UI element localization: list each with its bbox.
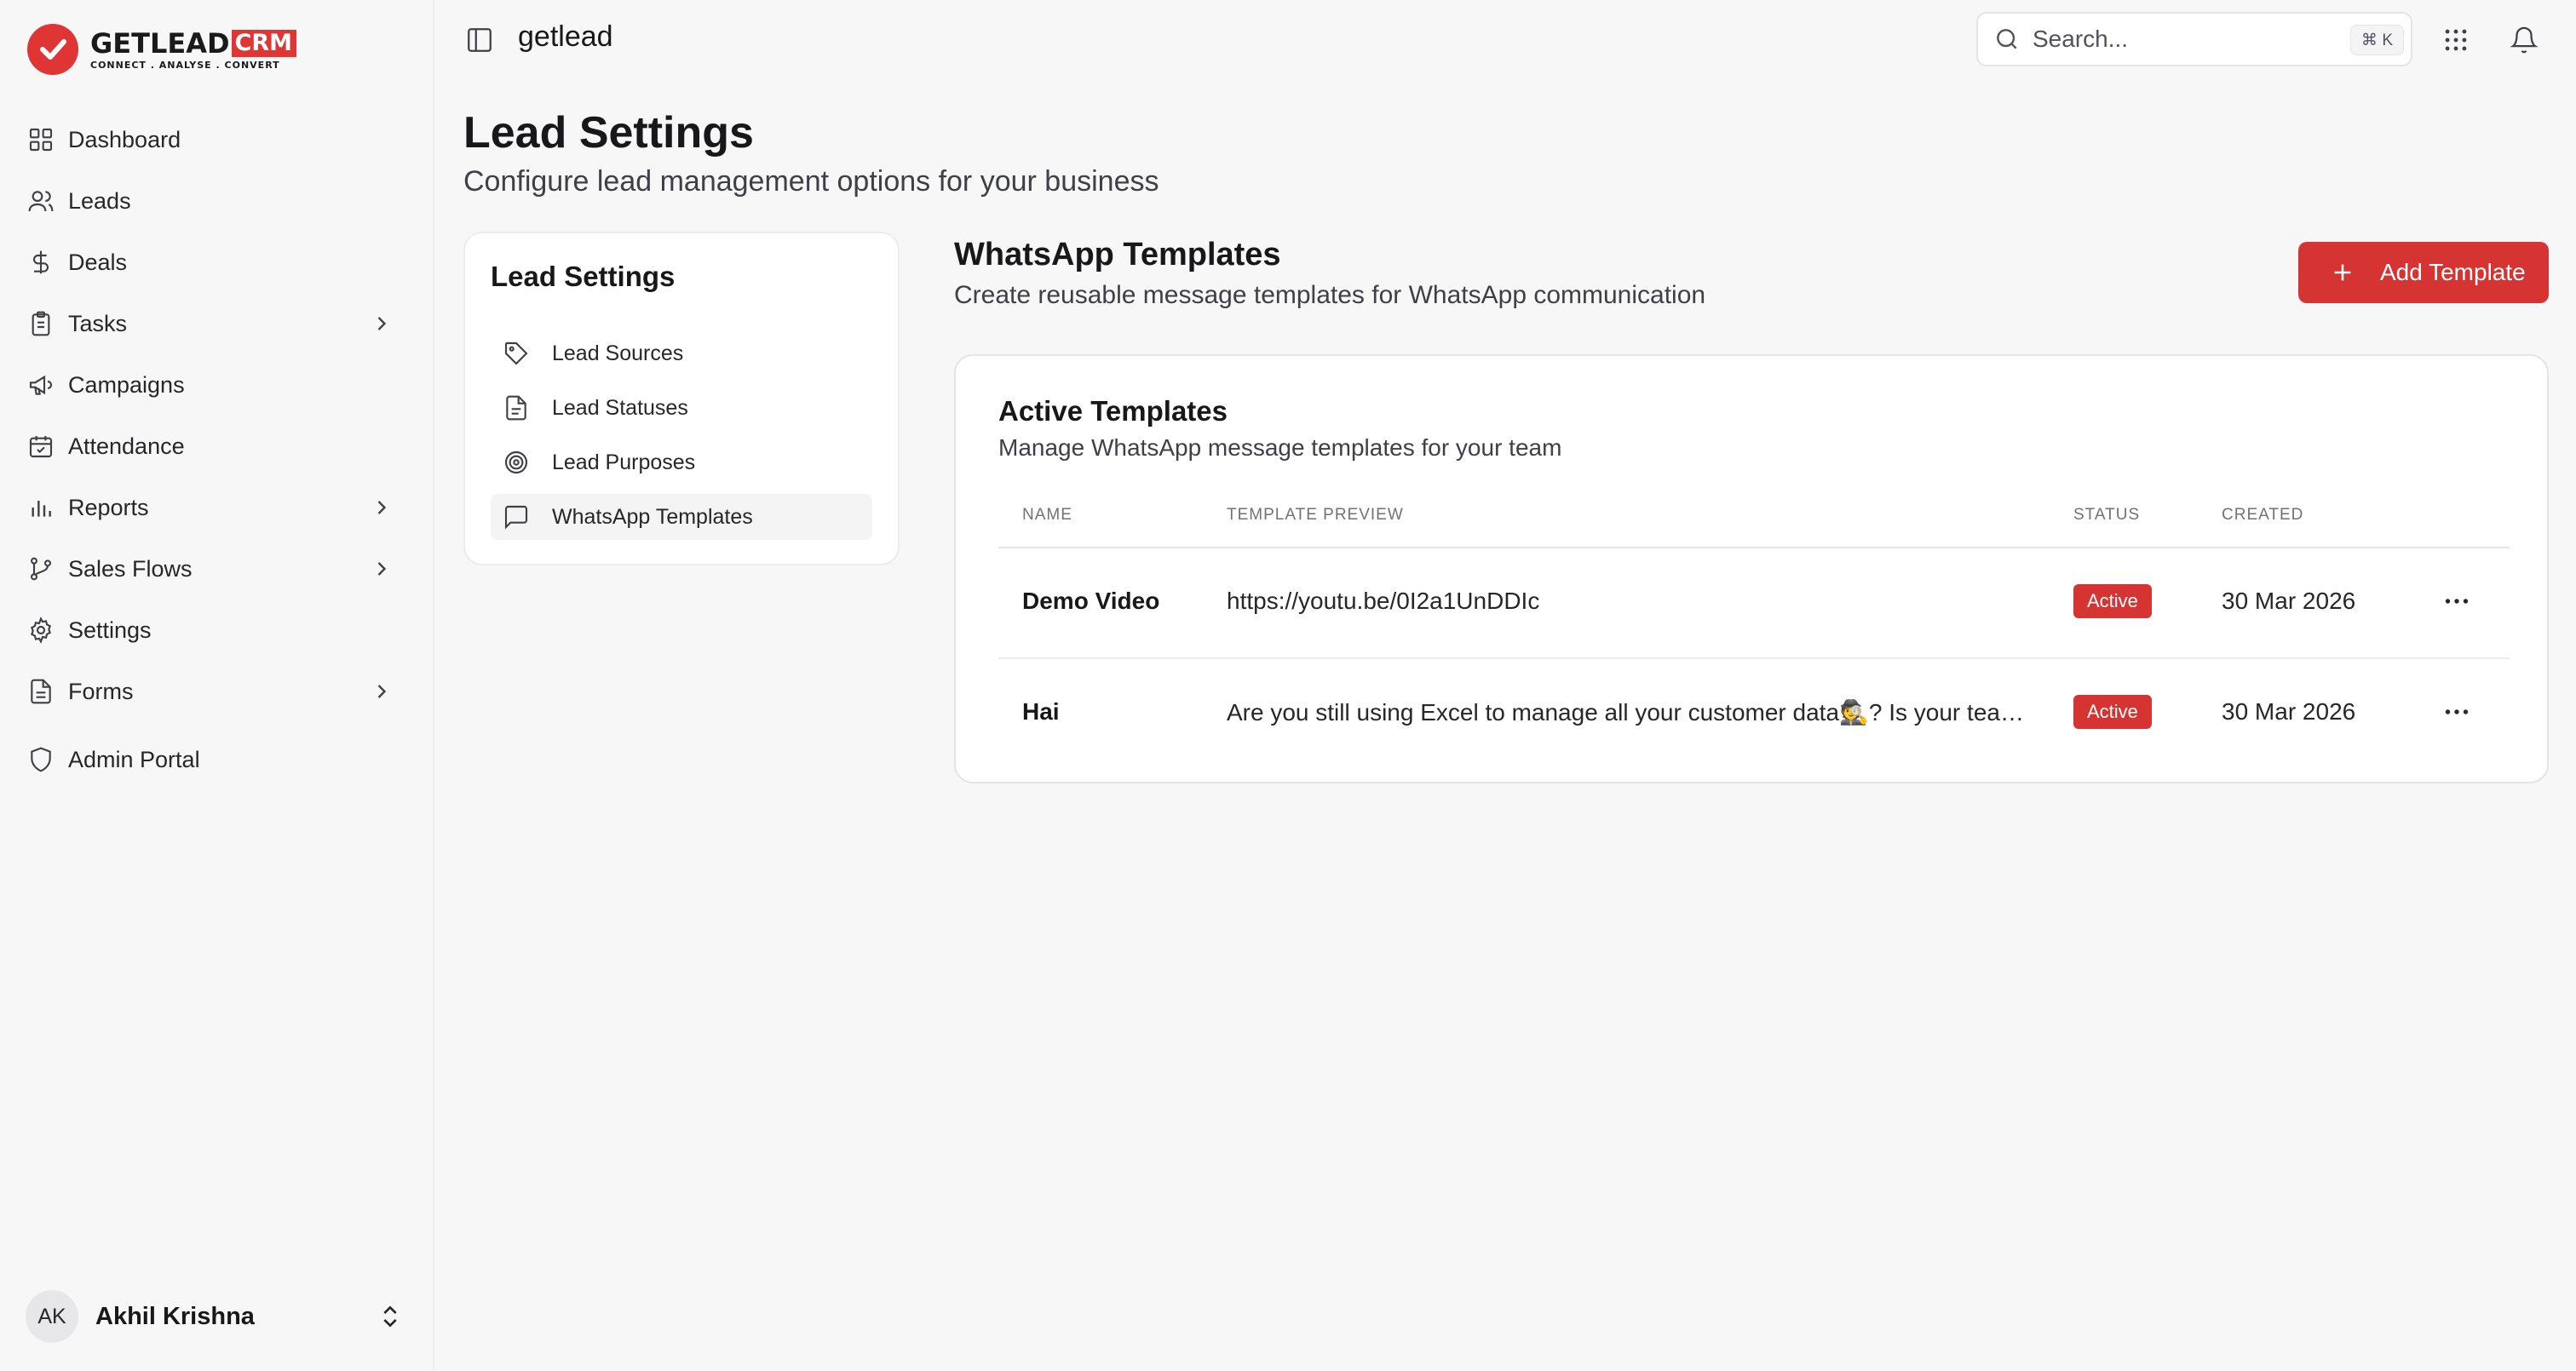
created-date: 30 Mar 2026 — [2222, 698, 2356, 725]
template-preview: Are you still using Excel to manage all … — [1227, 699, 2027, 726]
sidebar-item-label: Dashboard — [68, 126, 181, 152]
sidebar-item-admin-portal[interactable]: Admin Portal — [17, 734, 417, 785]
status-badge: Active — [2073, 584, 2152, 618]
card-subtitle: Manage WhatsApp message templates for yo… — [998, 434, 1562, 461]
grid-icon — [29, 128, 53, 152]
file-text-icon — [31, 679, 51, 704]
bar-chart-icon — [32, 501, 51, 517]
created-date: 30 Mar 2026 — [2222, 588, 2356, 614]
megaphone-icon — [29, 375, 53, 395]
settings-item-lead-sources[interactable]: Lead Sources — [491, 330, 872, 376]
sidebar-item-forms[interactable]: Forms — [17, 666, 417, 717]
gear-icon — [31, 617, 51, 644]
section-subtitle: Create reusable message templates for Wh… — [954, 281, 1706, 309]
topbar: getlead ⌘ K — [436, 0, 2576, 82]
settings-item-label: Lead Statuses — [552, 395, 688, 420]
apps-grid-icon[interactable] — [2441, 26, 2470, 54]
settings-item-lead-purposes[interactable]: Lead Purposes — [491, 439, 872, 485]
chevrons-up-down-icon — [383, 1305, 397, 1328]
logo-crm: CRM — [231, 29, 297, 57]
workspace-name: getlead — [518, 20, 613, 53]
sidebar-item-settings[interactable]: Settings — [17, 605, 417, 656]
column-header-created: CREATED — [2222, 506, 2304, 524]
active-templates-card: Active Templates Manage WhatsApp message… — [954, 354, 2549, 783]
chevron-right-icon — [377, 317, 387, 330]
sidebar-item-label: Deals — [68, 249, 128, 275]
sidebar-item-label: Settings — [68, 617, 152, 643]
file-icon — [506, 395, 526, 421]
column-header-preview: TEMPLATE PREVIEW — [1227, 506, 1404, 524]
template-preview: https://youtu.be/0I2a1UnDDIc — [1227, 588, 1540, 614]
chevron-right-icon — [377, 685, 387, 698]
page-subtitle: Configure lead management options for yo… — [463, 165, 1159, 198]
sidebar: GETLEAD CRM CONNECT . ANALYSE . CONVERT … — [0, 0, 434, 1371]
shield-icon — [31, 747, 51, 772]
chevron-right-icon — [377, 501, 387, 514]
table-header-divider — [998, 547, 2510, 548]
sidebar-item-campaigns[interactable]: Campaigns — [17, 359, 417, 410]
column-header-name: NAME — [1022, 506, 1072, 524]
plus-icon — [2334, 264, 2351, 281]
add-template-label: Add Template — [2380, 259, 2526, 285]
dollar-icon — [33, 250, 49, 274]
lead-settings-nav: Lead Settings Lead Sources Lead Statuses… — [463, 232, 900, 565]
git-branch-icon — [30, 557, 52, 581]
sidebar-item-attendance[interactable]: Attendance — [17, 421, 417, 472]
settings-item-lead-statuses[interactable]: Lead Statuses — [491, 385, 872, 431]
template-name: Hai — [1022, 698, 1060, 725]
settings-item-label: Lead Sources — [552, 341, 684, 365]
sidebar-item-dashboard[interactable]: Dashboard — [17, 114, 417, 165]
sidebar-item-label: Campaigns — [68, 371, 185, 398]
avatar: AK — [26, 1290, 78, 1343]
sidebar-item-leads[interactable]: Leads — [17, 175, 417, 227]
settings-item-label: WhatsApp Templates — [552, 504, 753, 529]
search-input[interactable] — [2033, 26, 2339, 53]
clipboard-icon — [32, 311, 50, 336]
more-horizontal-icon[interactable] — [2441, 697, 2472, 727]
logo-word: GETLEAD — [90, 26, 230, 60]
getlead-logo[interactable]: GETLEAD CRM CONNECT . ANALYSE . CONVERT — [27, 24, 297, 75]
card-title: Active Templates — [998, 395, 1228, 427]
target-icon — [504, 450, 528, 474]
tag-icon — [504, 341, 528, 365]
search-icon — [1997, 29, 2017, 49]
settings-item-label: Lead Purposes — [552, 450, 696, 474]
sidebar-item-tasks[interactable]: Tasks — [17, 298, 417, 349]
calendar-check-icon — [29, 436, 53, 458]
sidebar-item-label: Forms — [68, 678, 134, 704]
sidebar-item-label: Leads — [68, 187, 131, 214]
status-badge: Active — [2073, 695, 2152, 729]
sidebar-item-label: Tasks — [68, 310, 128, 336]
sidebar-item-label: Sales Flows — [68, 555, 193, 582]
checkmark-logo-icon — [27, 24, 78, 75]
sidebar-item-sales-flows[interactable]: Sales Flows — [17, 543, 417, 594]
user-name: Akhil Krishna — [95, 1302, 255, 1330]
message-square-icon — [504, 505, 528, 530]
settings-nav-title: Lead Settings — [491, 261, 676, 292]
search-shortcut: ⌘ K — [2350, 25, 2404, 55]
sidebar-toggle-icon[interactable] — [465, 26, 494, 54]
sidebar-item-deals[interactable]: Deals — [17, 237, 417, 288]
sidebar-item-label: Attendance — [68, 433, 185, 459]
users-icon — [28, 191, 54, 212]
user-menu[interactable]: AK Akhil Krishna — [26, 1289, 417, 1344]
template-name: Demo Video — [1022, 588, 1160, 614]
sidebar-item-label: Admin Portal — [68, 746, 200, 772]
settings-item-whatsapp-templates[interactable]: WhatsApp Templates — [491, 494, 872, 540]
column-header-status: STATUS — [2073, 506, 2141, 524]
sidebar-item-reports[interactable]: Reports — [17, 482, 417, 533]
sidebar-item-label: Reports — [68, 494, 149, 520]
bell-icon[interactable] — [2510, 26, 2539, 54]
row-divider — [998, 657, 2510, 659]
more-horizontal-icon[interactable] — [2441, 586, 2472, 617]
logo-tagline: CONNECT . ANALYSE . CONVERT — [90, 59, 280, 71]
page-title: Lead Settings — [463, 108, 754, 158]
chevron-right-icon — [377, 562, 387, 576]
add-template-button[interactable]: Add Template — [2298, 242, 2549, 303]
search-box[interactable]: ⌘ K — [1976, 12, 2412, 66]
section-title: WhatsApp Templates — [954, 237, 1281, 272]
